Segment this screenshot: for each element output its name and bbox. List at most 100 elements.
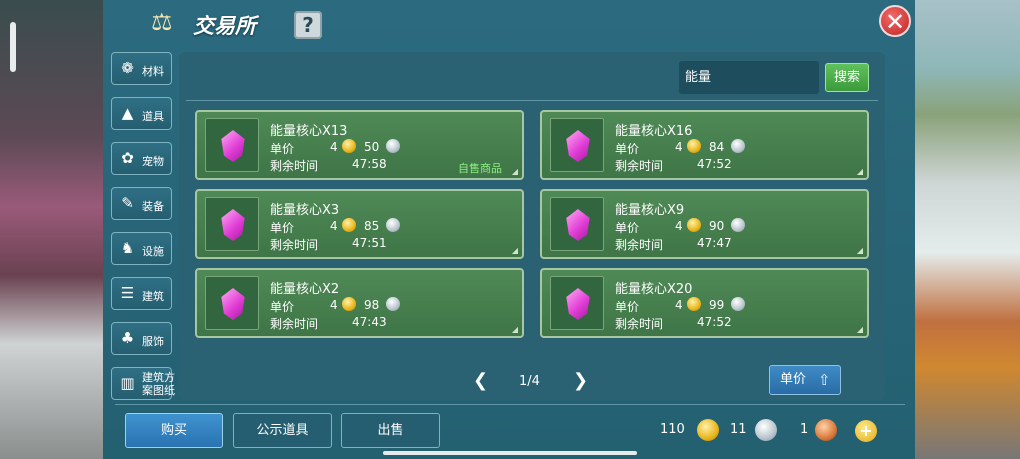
nav-item-label: 建筑方案图纸 — [142, 371, 175, 397]
gold-coin-icon — [342, 218, 356, 232]
nav-item-building[interactable]: ☰ 建筑 — [111, 277, 172, 310]
nav-item-materials[interactable]: ❁ 材料 — [111, 52, 172, 85]
sort-label: 单价 — [780, 372, 807, 387]
clothing-icon: ♣ — [120, 329, 135, 347]
tab-buy[interactable]: 购买 — [125, 413, 223, 448]
nav-item-label: 服饰 — [142, 335, 164, 348]
item-name: 能量核心X16 — [615, 124, 693, 139]
time-label: 剩余时间 — [270, 317, 319, 331]
title-bar: ⚖ 交易所 ? ✕ — [103, 0, 915, 46]
nav-item-props[interactable]: ▲ 道具 — [111, 97, 172, 130]
copper-balance: 1 — [800, 422, 809, 437]
silver-price: 84 — [709, 140, 725, 154]
listing-card[interactable]: 能量核心X16 单价 4 84 剩余时间 47:52 ◢ — [540, 110, 869, 180]
gold-coin-icon — [687, 218, 701, 232]
silver-price: 98 — [364, 298, 380, 312]
nav-item-clothing[interactable]: ♣ 服饰 — [111, 322, 172, 355]
silver-price: 85 — [364, 219, 380, 233]
sort-by-price-button[interactable]: 单价 ⇧ — [769, 365, 841, 395]
page-indicator: 1/4 — [519, 374, 540, 389]
gold-coin-icon — [342, 297, 356, 311]
item-icon-frame — [205, 276, 259, 330]
listing-card[interactable]: 能量核心X3 单价 4 85 剩余时间 47:51 ◢ — [195, 189, 524, 259]
silver-coin-icon — [731, 218, 745, 232]
nav-item-label: 建筑 — [142, 290, 164, 303]
nav-item-label: 材料 — [142, 65, 164, 78]
silver-price: 99 — [709, 298, 725, 312]
gold-price: 4 — [675, 298, 683, 312]
time-remaining: 47:51 — [352, 236, 387, 250]
materials-icon: ❁ — [121, 59, 134, 77]
listings-panel: 能量 搜索 能量核心X13 单价 4 50 剩余时间 47:58 自售商品 ◢ … — [179, 52, 885, 400]
silver-coin-icon — [386, 218, 400, 232]
time-remaining: 47:58 — [352, 157, 387, 171]
search-input[interactable]: 能量 — [679, 61, 819, 94]
corner-mark-icon: ◢ — [856, 167, 863, 176]
corner-mark-icon: ◢ — [511, 325, 518, 334]
gold-price: 4 — [330, 140, 338, 154]
silver-balance: 11 — [730, 422, 747, 437]
time-remaining: 47:52 — [697, 157, 732, 171]
time-label: 剩余时间 — [270, 159, 319, 173]
gold-price: 4 — [675, 219, 683, 233]
price-label: 单价 — [615, 300, 640, 314]
gold-price: 4 — [330, 298, 338, 312]
divider — [186, 100, 878, 101]
price-label: 单价 — [270, 142, 295, 156]
energy-crystal-icon — [221, 209, 245, 241]
time-label: 剩余时间 — [270, 238, 319, 252]
exchange-window: ⚖ 交易所 ? ✕ ❁ 材料 ▲ 道具 ✿ 宠物 ✎ 装备 ♞ 设施 ☰ 建筑 — [103, 0, 915, 459]
energy-crystal-icon — [566, 209, 590, 241]
silver-coin-icon — [755, 419, 777, 441]
listing-card[interactable]: 能量核心X13 单价 4 50 剩余时间 47:58 自售商品 ◢ — [195, 110, 524, 180]
help-button[interactable]: ? — [294, 11, 322, 39]
tab-public-items[interactable]: 公示道具 — [233, 413, 332, 448]
energy-crystal-icon — [566, 288, 590, 320]
close-button[interactable]: ✕ — [879, 5, 911, 37]
search-button[interactable]: 搜索 — [825, 63, 869, 92]
gold-coin-icon — [687, 297, 701, 311]
energy-crystal-icon — [566, 130, 590, 162]
time-label: 剩余时间 — [615, 317, 664, 331]
nav-item-equipment[interactable]: ✎ 装备 — [111, 187, 172, 220]
pet-paw-icon: ✿ — [121, 149, 134, 167]
time-label: 剩余时间 — [615, 159, 664, 173]
gold-balance: 110 — [660, 422, 685, 437]
tab-sell[interactable]: 出售 — [341, 413, 440, 448]
item-name: 能量核心X3 — [270, 203, 340, 218]
nav-item-blueprint[interactable]: ▥ 建筑方案图纸 — [111, 367, 175, 400]
props-icon: ▲ — [121, 104, 134, 122]
gold-coin-icon — [342, 139, 356, 153]
chevron-left-icon[interactable]: ❮ — [473, 370, 488, 391]
nav-item-label: 宠物 — [142, 155, 164, 168]
window-title: 交易所 — [193, 14, 256, 38]
gold-price: 4 — [675, 140, 683, 154]
item-name: 能量核心X2 — [270, 282, 340, 297]
item-name: 能量核心X13 — [270, 124, 348, 139]
side-handle[interactable] — [10, 22, 16, 72]
divider — [115, 404, 905, 405]
blueprint-icon: ▥ — [120, 374, 135, 392]
silver-coin-icon — [386, 139, 400, 153]
nav-item-pets[interactable]: ✿ 宠物 — [111, 142, 172, 175]
price-label: 单价 — [615, 142, 640, 156]
item-icon-frame — [205, 118, 259, 172]
corner-mark-icon: ◢ — [856, 325, 863, 334]
silver-price: 50 — [364, 140, 380, 154]
item-icon-frame — [550, 197, 604, 251]
add-currency-button[interactable]: + — [855, 420, 877, 442]
listing-card[interactable]: 能量核心X2 单价 4 98 剩余时间 47:43 ◢ — [195, 268, 524, 338]
chevron-right-icon[interactable]: ❯ — [573, 370, 588, 391]
background-scene-right — [915, 0, 1020, 459]
listing-card[interactable]: 能量核心X9 单价 4 90 剩余时间 47:47 ◢ — [540, 189, 869, 259]
price-label: 单价 — [270, 221, 295, 235]
time-remaining: 47:47 — [697, 236, 732, 250]
item-icon-frame — [550, 276, 604, 330]
equipment-icon: ✎ — [121, 194, 134, 212]
listing-card[interactable]: 能量核心X20 单价 4 99 剩余时间 47:52 ◢ — [540, 268, 869, 338]
home-indicator[interactable] — [383, 451, 637, 455]
self-sale-tag: 自售商品 — [458, 162, 502, 175]
item-name: 能量核心X20 — [615, 282, 693, 297]
nav-item-facility[interactable]: ♞ 设施 — [111, 232, 172, 265]
facility-icon: ♞ — [120, 239, 135, 257]
